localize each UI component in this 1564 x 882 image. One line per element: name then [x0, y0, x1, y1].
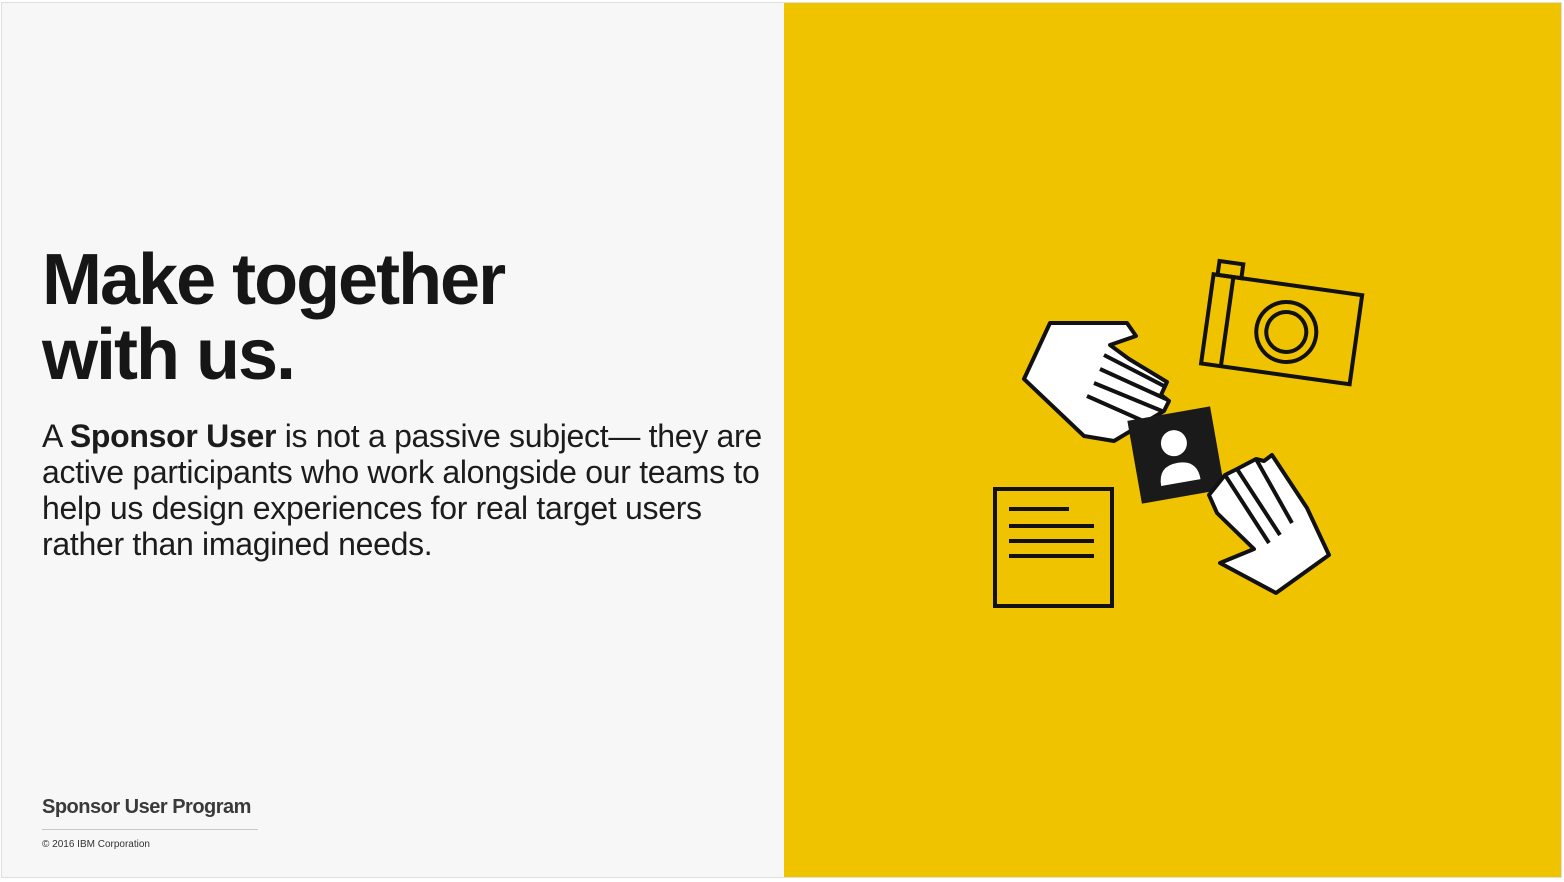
slide: Make together with us. A Sponsor User is… — [1, 2, 1562, 878]
text-panel: Make together with us. A Sponsor User is… — [2, 3, 784, 877]
body-bold-term: Sponsor User — [69, 418, 277, 454]
user-card-icon — [1127, 406, 1225, 504]
illustration-panel — [784, 3, 1561, 877]
footer-divider — [42, 829, 258, 830]
illustration — [993, 258, 1365, 608]
footer-title: Sponsor User Program — [42, 796, 251, 818]
headline: Make together with us. — [42, 240, 506, 395]
note-icon — [993, 487, 1114, 608]
copyright: © 2016 IBM Corporation — [42, 839, 150, 850]
headline-line-2: with us. — [42, 315, 296, 395]
body-prefix: A — [42, 418, 70, 454]
camera-icon — [1198, 258, 1365, 387]
headline-line-1: Make together — [42, 240, 506, 320]
hand-icon — [1207, 453, 1331, 595]
body-paragraph: A Sponsor User is not a passive subject—… — [42, 418, 762, 562]
